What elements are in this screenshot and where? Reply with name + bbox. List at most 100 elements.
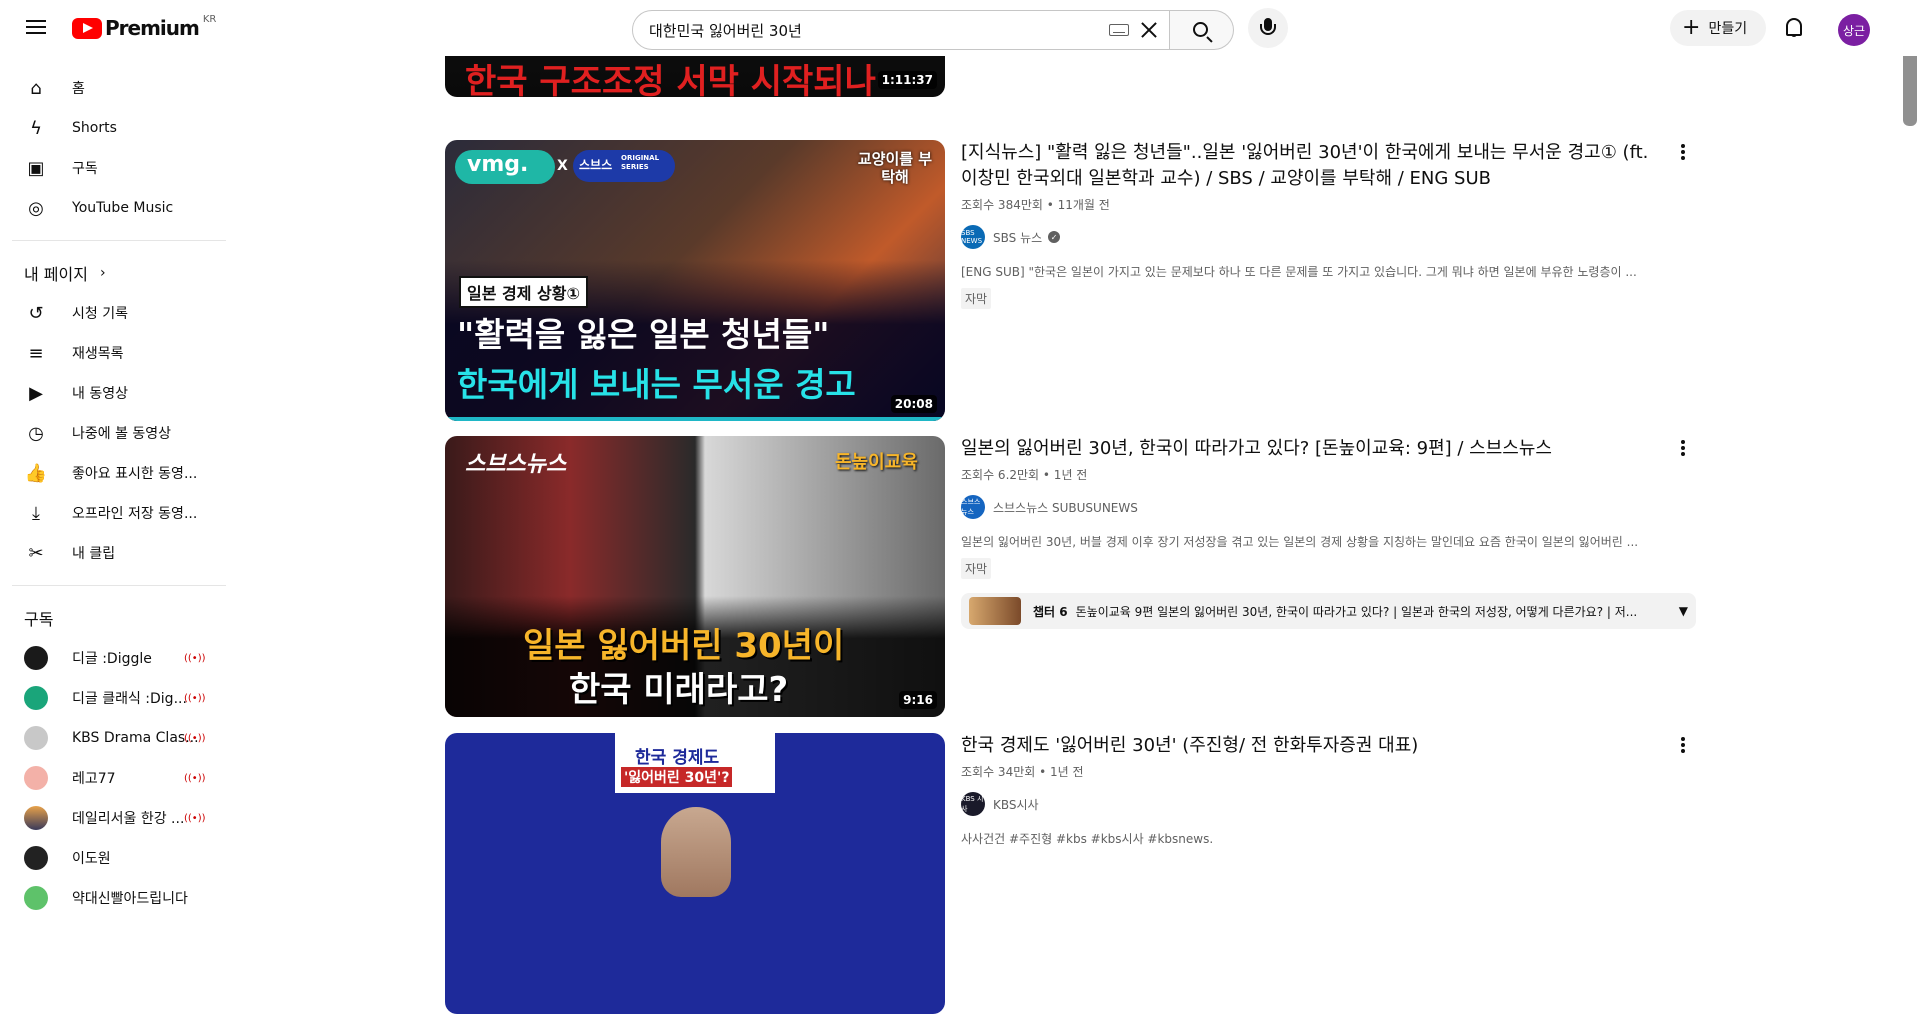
channel-row[interactable]: KBS 시사 KBS시사 xyxy=(961,792,1661,816)
thumbnail-text: 한국 미래라고? xyxy=(569,670,789,710)
video-duration: 9:16 xyxy=(899,691,937,709)
channel-avatar: SBS NEWS xyxy=(961,225,985,249)
channel-name: 데일리서울 한강 ... xyxy=(72,811,185,827)
channel-name: KBS Drama Clas... xyxy=(72,730,199,746)
sidebar-item-watch-later[interactable]: ◷ 나중에 볼 동영상 xyxy=(0,413,226,453)
voice-search-button[interactable] xyxy=(1248,8,1288,48)
sidebar-item-label: Shorts xyxy=(72,120,117,136)
mic-icon xyxy=(1260,18,1276,35)
clear-search-icon[interactable] xyxy=(1139,20,1159,40)
channel-row[interactable]: SBS NEWS SBS 뉴스 ✓ xyxy=(961,225,1661,249)
video-thumbnail[interactable]: vmg. X 스브스 ORIGINAL SERIES 교양이를 부탁해 일본 경… xyxy=(445,140,945,421)
channel-name[interactable]: KBS시사 xyxy=(993,796,1039,813)
sidebar-you-header[interactable]: 내 페이지 › xyxy=(0,253,240,293)
more-actions-icon[interactable] xyxy=(1671,438,1695,462)
subscriptions-icon: ▣ xyxy=(27,157,45,179)
sidebar-item-label: 오프라인 저장 동영... xyxy=(72,506,198,522)
notifications-icon[interactable] xyxy=(1784,16,1804,38)
video-metadata: 조회수 34만회 • 1년 전 xyxy=(961,765,1084,779)
video-duration: 20:08 xyxy=(890,395,937,413)
history-icon: ↺ xyxy=(28,302,44,324)
video-info: 일본의 잃어버린 30년, 한국이 따라가고 있다? [돈높이교육: 9편] /… xyxy=(961,436,1696,629)
youtube-premium-logo[interactable]: Premium KR xyxy=(72,13,217,40)
cc-badge: 자막 xyxy=(961,288,992,309)
divider xyxy=(12,585,226,586)
sidebar-item-your-videos[interactable]: ▶ 내 동영상 xyxy=(0,373,226,413)
chevron-down-icon[interactable]: ▼ xyxy=(1679,604,1688,618)
watch-later-icon: ◷ xyxy=(28,422,44,444)
menu-icon[interactable] xyxy=(20,16,52,40)
sidebar-item-playlists[interactable]: ≡ 재생목록 xyxy=(0,333,226,373)
sidebar-channel[interactable]: 레고77 ((•)) xyxy=(0,758,226,798)
sidebar-item-subscriptions[interactable]: ▣ 구독 xyxy=(0,148,226,188)
channel-avatar xyxy=(24,686,48,710)
section-title: 내 페이지 xyxy=(24,265,88,284)
search-button[interactable] xyxy=(1170,10,1234,50)
create-label: 만들기 xyxy=(1708,21,1748,37)
sidebar-channel[interactable]: 디글 클래식 :Dig... ((•)) xyxy=(0,678,226,718)
scrollbar-thumb[interactable] xyxy=(1903,44,1917,126)
channel-name: 레고77 xyxy=(72,771,116,787)
sidebar-item-label: 좋아요 표시한 동영... xyxy=(72,466,198,482)
sidebar-channel[interactable]: 약대신빨아드립니다 xyxy=(0,878,226,918)
channel-name: 이도원 xyxy=(72,851,111,867)
sidebar-item-label: 재생목록 xyxy=(72,346,124,362)
search-query[interactable]: 대한민국 잃어버린 30년 xyxy=(649,20,1109,41)
channel-avatar xyxy=(24,726,48,750)
video-info: [지식뉴스] "활력 잃은 청년들"..일본 '잃어버린 30년'이 한국에게 … xyxy=(961,140,1661,309)
chapter-title: 돈높이교육 9편 일본의 잃어버린 30년, 한국이 따라가고 있다? | 일본… xyxy=(1075,604,1638,619)
keyboard-icon[interactable] xyxy=(1109,24,1129,36)
sidebar-item-liked-videos[interactable]: 👍 좋아요 표시한 동영... xyxy=(0,453,226,493)
video-title[interactable]: [지식뉴스] "활력 잃은 청년들"..일본 '잃어버린 30년'이 한국에게 … xyxy=(961,140,1661,192)
sidebar-item-downloads[interactable]: ⤓ 오프라인 저장 동영... xyxy=(0,493,226,533)
sidebar: ⌂ 홈 ϟ Shorts ▣ 구독 ◎ YouTube Music 내 페이지 … xyxy=(0,56,240,922)
sidebar-item-history[interactable]: ↺ 시청 기록 xyxy=(0,293,226,333)
sidebar-item-youtube-music[interactable]: ◎ YouTube Music xyxy=(0,188,226,228)
search-input[interactable]: 대한민국 잃어버린 30년 xyxy=(632,10,1170,50)
create-button[interactable]: + 만들기 xyxy=(1670,10,1766,46)
sidebar-channel[interactable]: 데일리서울 한강 ... ((•)) xyxy=(0,798,226,838)
channel-name[interactable]: 스브스뉴스 SUBUSUNEWS xyxy=(993,499,1138,516)
video-thumbnail[interactable]: 스브스뉴스 돈높이교육 일본 잃어버린 30년이 한국 미래라고? 9:16 xyxy=(445,436,945,717)
channel-avatar: KBS 시사 xyxy=(961,792,985,816)
avatar[interactable]: 상근 xyxy=(1838,14,1870,46)
sidebar-item-shorts[interactable]: ϟ Shorts xyxy=(0,108,226,148)
your-videos-icon: ▶ xyxy=(29,382,43,404)
channel-avatar xyxy=(24,846,48,870)
channel-name: 디글 :Diggle xyxy=(72,651,152,667)
live-icon: ((•)) xyxy=(184,772,206,784)
channel-avatar xyxy=(24,646,48,670)
sidebar-item-label: 내 동영상 xyxy=(72,386,128,402)
youtube-music-icon: ◎ xyxy=(28,197,44,219)
thumbnail-text: vmg. xyxy=(467,152,529,177)
home-icon: ⌂ xyxy=(30,77,42,99)
section-title: 구독 xyxy=(24,610,54,629)
chapter-number: 챕터 6 xyxy=(1033,604,1068,619)
sidebar-item-label: 홈 xyxy=(72,81,85,97)
live-icon: ((•)) xyxy=(184,732,206,744)
video-title[interactable]: 한국 경제도 '잃어버린 30년' (주진형/ 전 한화투자증권 대표) xyxy=(961,733,1661,759)
sidebar-item-home[interactable]: ⌂ 홈 xyxy=(0,68,226,108)
sidebar-item-label: 나중에 볼 동영상 xyxy=(72,426,172,442)
video-thumbnail[interactable]: 한국 경제도 '잃어버린 30년'? xyxy=(445,733,945,1014)
more-actions-icon[interactable] xyxy=(1671,142,1695,166)
thumbnail-person xyxy=(661,807,731,897)
channel-row[interactable]: 스브스 뉴스 스브스뉴스 SUBUSUNEWS xyxy=(961,495,1661,519)
thumbnail-text: 일본 잃어버린 30년이 xyxy=(523,626,845,666)
country-code: KR xyxy=(202,13,217,25)
sidebar-channel[interactable]: KBS Drama Clas... ((•)) xyxy=(0,718,226,758)
thumbnail-text: 돈높이교육 xyxy=(835,452,918,473)
thumbnail-text: 한국 구조조정 서막 시작되나 xyxy=(465,62,876,97)
channel-name[interactable]: SBS 뉴스 xyxy=(993,229,1042,246)
sidebar-channel[interactable]: 디글 :Diggle ((•)) xyxy=(0,638,226,678)
download-icon: ⤓ xyxy=(32,502,40,524)
logo-text: Premium xyxy=(105,16,200,40)
more-actions-icon[interactable] xyxy=(1671,735,1695,759)
chapter-thumbnail xyxy=(969,597,1021,625)
chapter-preview[interactable]: 챕터 6 돈높이교육 9편 일본의 잃어버린 30년, 한국이 따라가고 있다?… xyxy=(961,593,1696,629)
thumbnail-text: 일본 경제 상황① xyxy=(459,276,589,308)
video-title[interactable]: 일본의 잃어버린 30년, 한국이 따라가고 있다? [돈높이교육: 9편] /… xyxy=(961,436,1661,462)
sidebar-item-clips[interactable]: ✂ 내 클립 xyxy=(0,533,226,573)
thumbnail-text: 한국에게 보내는 무서운 경고 xyxy=(457,365,856,404)
sidebar-channel[interactable]: 이도원 xyxy=(0,838,226,878)
